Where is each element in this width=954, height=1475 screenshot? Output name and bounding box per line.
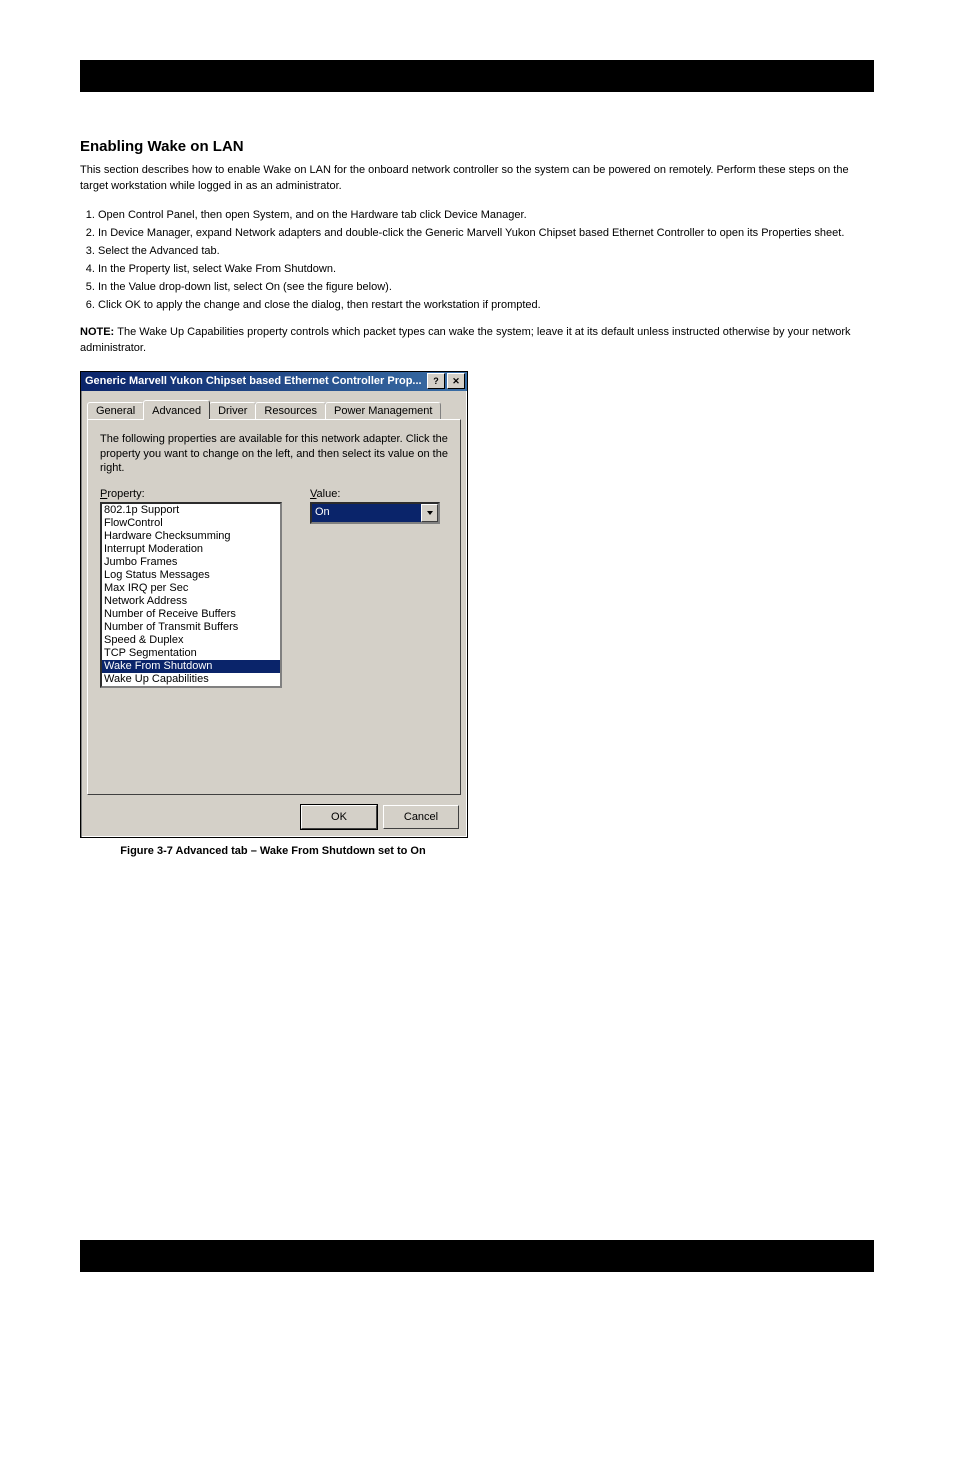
tab-advanced[interactable]: Advanced (143, 400, 210, 419)
cancel-button[interactable]: Cancel (383, 805, 459, 829)
close-icon: ✕ (452, 376, 460, 387)
intro-paragraph: This section describes how to enable Wak… (80, 163, 874, 195)
tab-resources[interactable]: Resources (255, 402, 326, 419)
titlebar-buttons: ? ✕ (425, 373, 465, 389)
list-item[interactable]: Interrupt Moderation (102, 543, 280, 556)
tab-strip: General Advanced Driver Resources Power … (81, 391, 467, 419)
figure-caption: Figure 3-7 Advanced tab – Wake From Shut… (80, 844, 466, 860)
step-6: Click OK to apply the change and close t… (98, 299, 874, 311)
chevron-down-icon (427, 511, 433, 515)
value-label: Value: (310, 488, 440, 500)
tab-panel-advanced: The following properties are available f… (87, 419, 461, 795)
property-label: Property: (100, 488, 282, 500)
help-button[interactable]: ? (427, 373, 445, 389)
dialog-button-row: OK Cancel (81, 801, 467, 837)
document-body: Enabling Wake on LAN This section descri… (80, 120, 874, 874)
list-item[interactable]: Max IRQ per Sec (102, 582, 280, 595)
list-item[interactable]: Speed & Duplex (102, 634, 280, 647)
list-item[interactable]: Hardware Checksumming (102, 530, 280, 543)
question-icon: ? (433, 376, 439, 386)
tab-driver[interactable]: Driver (209, 402, 256, 419)
list-item[interactable]: TCP Segmentation (102, 647, 280, 660)
value-combobox[interactable]: On (310, 502, 440, 524)
tab-general[interactable]: General (87, 402, 144, 419)
dialog-title: Generic Marvell Yukon Chipset based Ethe… (85, 375, 422, 387)
property-listbox[interactable]: 802.1p Support FlowControl Hardware Chec… (100, 502, 282, 688)
page-top-bar (80, 60, 874, 92)
page-bottom-bar (80, 1240, 874, 1272)
list-item[interactable]: Number of Receive Buffers (102, 608, 280, 621)
list-item[interactable]: Log Status Messages (102, 569, 280, 582)
close-button[interactable]: ✕ (447, 373, 465, 389)
list-item[interactable]: FlowControl (102, 517, 280, 530)
step-5: In the Value drop-down list, select On (… (98, 281, 874, 293)
steps-list: Open Control Panel, then open System, an… (98, 209, 874, 311)
properties-dialog: Generic Marvell Yukon Chipset based Ethe… (80, 371, 468, 838)
step-2: In Device Manager, expand Network adapte… (98, 227, 874, 239)
list-item[interactable]: 802.1p Support (102, 504, 280, 517)
step-4: In the Property list, select Wake From S… (98, 263, 874, 275)
list-item-selected[interactable]: Wake From Shutdown (102, 660, 280, 673)
panel-description: The following properties are available f… (100, 432, 448, 477)
list-item[interactable]: Network Address (102, 595, 280, 608)
list-item[interactable]: Jumbo Frames (102, 556, 280, 569)
dialog-titlebar[interactable]: Generic Marvell Yukon Chipset based Ethe… (81, 372, 467, 391)
step-1: Open Control Panel, then open System, an… (98, 209, 874, 221)
step-3: Select the Advanced tab. (98, 245, 874, 257)
section-heading: Enabling Wake on LAN (80, 138, 874, 155)
note-text: The Wake Up Capabilities property contro… (80, 326, 851, 354)
list-item[interactable]: Wake Up Capabilities (102, 673, 280, 686)
dropdown-button[interactable] (421, 504, 438, 522)
ok-button[interactable]: OK (301, 805, 377, 829)
list-item[interactable]: Number of Transmit Buffers (102, 621, 280, 634)
note-paragraph: NOTE: The Wake Up Capabilities property … (80, 325, 874, 357)
tab-power-management[interactable]: Power Management (325, 402, 441, 419)
value-selected: On (312, 504, 421, 522)
note-label: NOTE: (80, 326, 117, 338)
